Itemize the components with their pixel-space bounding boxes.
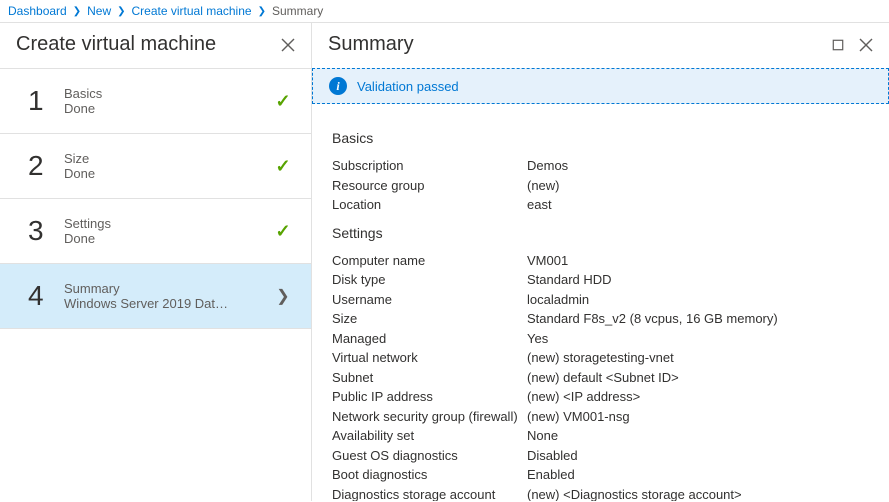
summary-body: Basics SubscriptionDemos Resource group(… bbox=[312, 104, 889, 501]
step-number: 2 bbox=[28, 150, 64, 182]
summary-row: ManagedYes bbox=[332, 329, 869, 349]
summary-key: Subscription bbox=[332, 156, 527, 176]
summary-value: east bbox=[527, 195, 552, 215]
summary-key: Location bbox=[332, 195, 527, 215]
wizard-steps: 1 Basics Done ✓ 2 Size Done ✓ 3 Settings bbox=[0, 69, 311, 329]
check-icon: ✓ bbox=[275, 91, 290, 112]
summary-row: Network security group (firewall)(new) V… bbox=[332, 407, 869, 427]
wizard-title: Create virtual machine bbox=[16, 33, 216, 56]
summary-row: Virtual network(new) storagetesting-vnet bbox=[332, 348, 869, 368]
summary-key: Managed bbox=[332, 329, 527, 349]
summary-row: Usernamelocaladmin bbox=[332, 290, 869, 310]
summary-value: VM001 bbox=[527, 251, 568, 271]
summary-value: (new) <Diagnostics storage account> bbox=[527, 485, 742, 502]
summary-value: Standard F8s_v2 (8 vcpus, 16 GB memory) bbox=[527, 309, 778, 329]
summary-value: localadmin bbox=[527, 290, 589, 310]
summary-value: (new) storagetesting-vnet bbox=[527, 348, 674, 368]
summary-value: (new) bbox=[527, 176, 560, 196]
breadcrumb: Dashboard ❯ New ❯ Create virtual machine… bbox=[0, 0, 889, 23]
summary-value: None bbox=[527, 426, 558, 446]
step-subtitle: Done bbox=[64, 166, 234, 181]
summary-key: Username bbox=[332, 290, 527, 310]
step-title: Summary bbox=[64, 281, 271, 296]
summary-row: Resource group(new) bbox=[332, 176, 869, 196]
summary-key: Boot diagnostics bbox=[332, 465, 527, 485]
summary-key: Subnet bbox=[332, 368, 527, 388]
breadcrumb-link-create-vm[interactable]: Create virtual machine bbox=[132, 4, 252, 18]
restore-icon[interactable] bbox=[831, 38, 845, 52]
wizard-header: Create virtual machine bbox=[0, 23, 311, 68]
wizard-step-basics[interactable]: 1 Basics Done ✓ bbox=[0, 69, 311, 134]
step-number: 3 bbox=[28, 215, 64, 247]
summary-key: Virtual network bbox=[332, 348, 527, 368]
summary-row: Boot diagnosticsEnabled bbox=[332, 465, 869, 485]
wizard-step-summary[interactable]: 4 Summary Windows Server 2019 Datacent..… bbox=[0, 264, 311, 329]
summary-key: Network security group (firewall) bbox=[332, 407, 527, 427]
breadcrumb-current: Summary bbox=[272, 4, 323, 18]
summary-header: Summary bbox=[312, 23, 889, 68]
summary-key: Disk type bbox=[332, 270, 527, 290]
summary-row: Disk typeStandard HDD bbox=[332, 270, 869, 290]
step-subtitle: Done bbox=[64, 101, 234, 116]
summary-key: Diagnostics storage account bbox=[332, 485, 527, 502]
step-number: 4 bbox=[28, 280, 64, 312]
summary-value: Standard HDD bbox=[527, 270, 612, 290]
info-icon: i bbox=[329, 77, 347, 95]
summary-row: Subnet(new) default <Subnet ID> bbox=[332, 368, 869, 388]
wizard-step-size[interactable]: 2 Size Done ✓ bbox=[0, 134, 311, 199]
summary-row: SubscriptionDemos bbox=[332, 156, 869, 176]
section-heading-settings: Settings bbox=[332, 225, 869, 241]
summary-value: Yes bbox=[527, 329, 548, 349]
check-icon: ✓ bbox=[275, 221, 290, 242]
summary-row: Computer nameVM001 bbox=[332, 251, 869, 271]
summary-key: Resource group bbox=[332, 176, 527, 196]
wizard-panel: Create virtual machine 1 Basics Done ✓ 2 bbox=[0, 23, 312, 501]
close-icon[interactable] bbox=[859, 38, 873, 52]
close-icon[interactable] bbox=[281, 38, 295, 52]
summary-value: (new) default <Subnet ID> bbox=[527, 368, 679, 388]
summary-row: Public IP address(new) <IP address> bbox=[332, 387, 869, 407]
chevron-right-icon: ❯ bbox=[276, 286, 289, 306]
step-subtitle: Done bbox=[64, 231, 234, 246]
summary-row: Guest OS diagnosticsDisabled bbox=[332, 446, 869, 466]
step-title: Settings bbox=[64, 216, 271, 231]
summary-key: Size bbox=[332, 309, 527, 329]
summary-row: Locationeast bbox=[332, 195, 869, 215]
chevron-right-icon: ❯ bbox=[115, 6, 127, 17]
summary-key: Computer name bbox=[332, 251, 527, 271]
chevron-right-icon: ❯ bbox=[71, 6, 83, 17]
summary-value: (new) <IP address> bbox=[527, 387, 640, 407]
section-heading-basics: Basics bbox=[332, 130, 869, 146]
summary-row: Diagnostics storage account(new) <Diagno… bbox=[332, 485, 869, 502]
breadcrumb-link-new[interactable]: New bbox=[87, 4, 111, 18]
check-icon: ✓ bbox=[275, 156, 290, 177]
summary-row: SizeStandard F8s_v2 (8 vcpus, 16 GB memo… bbox=[332, 309, 869, 329]
summary-key: Guest OS diagnostics bbox=[332, 446, 527, 466]
summary-row: Availability setNone bbox=[332, 426, 869, 446]
validation-banner: i Validation passed bbox=[312, 68, 889, 104]
wizard-step-settings[interactable]: 3 Settings Done ✓ bbox=[0, 199, 311, 264]
summary-key: Public IP address bbox=[332, 387, 527, 407]
step-title: Basics bbox=[64, 86, 271, 101]
summary-panel: Summary i Validation passed Basics Subsc… bbox=[312, 23, 889, 501]
summary-value: (new) VM001-nsg bbox=[527, 407, 630, 427]
summary-value: Disabled bbox=[527, 446, 578, 466]
step-title: Size bbox=[64, 151, 271, 166]
validation-message: Validation passed bbox=[357, 79, 459, 94]
breadcrumb-link-dashboard[interactable]: Dashboard bbox=[8, 4, 67, 18]
summary-key: Availability set bbox=[332, 426, 527, 446]
summary-value: Demos bbox=[527, 156, 568, 176]
chevron-right-icon: ❯ bbox=[256, 6, 268, 17]
step-subtitle: Windows Server 2019 Datacent... bbox=[64, 296, 234, 311]
summary-title: Summary bbox=[328, 33, 414, 56]
step-number: 1 bbox=[28, 85, 64, 117]
summary-value: Enabled bbox=[527, 465, 575, 485]
